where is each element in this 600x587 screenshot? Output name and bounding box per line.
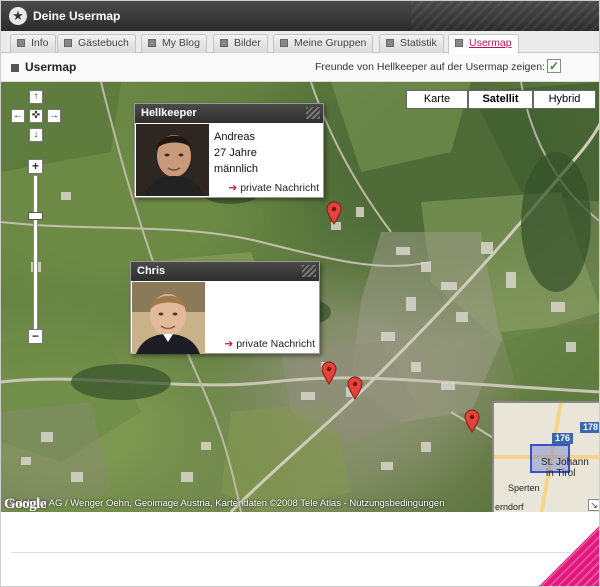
tab-square-icon [386,39,394,47]
tab-meine-gruppen[interactable]: Meine Gruppen [273,34,374,53]
user-age: 27 Jahre [214,147,257,159]
tab-square-icon [148,39,156,47]
tab-gaestebuch[interactable]: Gästebuch [57,34,136,53]
user-info-window: Hellkeeper Andreas 27 Jahre männlich ➔ p… [134,103,324,198]
titlebar-decoration [411,1,599,31]
username[interactable]: Hellkeeper [141,107,197,119]
tab-statistik[interactable]: Statistik [379,34,444,53]
tab-square-icon [455,39,463,47]
pan-control: ↑ ← ✜ → ↓ [9,90,63,144]
pan-right-icon[interactable]: → [47,109,61,123]
user-photo-image [132,282,205,354]
usermap-window: ★ Deine Usermap Info Gästebuch My Blog B… [0,0,600,587]
section-square-icon [11,64,19,72]
pan-down-icon[interactable]: ↓ [29,128,43,142]
map-type-satellit[interactable]: Satellit [468,90,533,109]
show-friends-checkbox[interactable]: ✓ [547,59,561,73]
user-gender: männlich [214,163,259,175]
username[interactable]: Chris [137,265,165,277]
window-title: Deine Usermap [33,9,121,23]
overview-label-erndorf: erndorf [495,502,524,512]
page-footer-area [1,512,599,586]
show-friends-label: Freunde von Hellkeeper auf der Usermap z… [315,61,545,73]
user-photo[interactable] [132,282,205,354]
pan-left-icon[interactable]: ← [11,109,25,123]
attribution-text: Salzburg AG / Wenger Oehn, Geoimage Aust… [9,498,445,509]
profile-tabs: Info Gästebuch My Blog Bilder Meine Grup… [1,31,599,54]
tab-usermap[interactable]: Usermap [448,34,519,54]
zoom-out-button[interactable]: − [28,329,43,344]
section-title: Usermap [25,60,77,74]
section-header: Usermap Freunde von Hellkeeper auf der U… [1,54,599,82]
tab-square-icon [220,39,228,47]
zoom-slider-track[interactable] [28,175,43,335]
overview-label-sperten: Sperten [508,483,540,493]
road-shield-176: 176 [552,433,574,444]
map-marker-icon[interactable] [321,361,337,385]
user-photo[interactable] [136,124,209,196]
overview-label-st-johann: St. Johann [541,457,589,468]
tab-square-icon [280,39,288,47]
user-photo-image [136,124,209,196]
map-marker-icon[interactable] [464,409,480,433]
satellite-map[interactable]: Karte Satellit Hybrid ↑ ← ✜ → ↓ + − Hell… [1,82,599,512]
map-type-karte[interactable]: Karte [406,90,468,109]
tab-my-blog[interactable]: My Blog [141,34,207,53]
user-info-window: Chris ➔ private Nachricht [130,261,320,354]
user-info-header: Chris [131,262,319,281]
tab-info[interactable]: Info [10,34,56,53]
tab-square-icon [64,39,72,47]
close-icon[interactable] [306,107,320,119]
user-info-header: Hellkeeper [135,104,323,123]
map-type-selector: Karte Satellit Hybrid [406,90,596,109]
map-attribution: Salzburg AG / Wenger Oehn, Geoimage Aust… [1,496,493,512]
map-type-hybrid[interactable]: Hybrid [533,90,596,109]
arrow-right-icon: ➔ [228,182,238,194]
road-shield-178: 178 [580,422,599,433]
zoom-slider-thumb[interactable] [28,212,43,220]
divider [11,552,571,553]
arrow-right-icon: ➔ [224,338,234,350]
tab-bilder[interactable]: Bilder [213,34,268,53]
pan-center-icon[interactable]: ✜ [29,109,43,123]
overview-map[interactable]: 176 178 St. Johann in Tirol Sperten ernd… [492,401,599,512]
map-marker-icon[interactable] [347,376,363,400]
private-message-link[interactable]: ➔ private Nachricht [228,182,319,194]
close-icon[interactable] [302,265,316,277]
pan-up-icon[interactable]: ↑ [29,90,43,104]
google-logo[interactable]: Google [4,496,47,513]
window-titlebar: ★ Deine Usermap [1,1,599,31]
private-message-link[interactable]: ➔ private Nachricht [224,338,315,350]
zoom-in-button[interactable]: + [28,159,43,174]
overview-toggle-icon[interactable]: ↘ [588,499,599,511]
star-icon: ★ [9,7,27,25]
tab-square-icon [17,39,25,47]
user-firstname: Andreas [214,131,255,143]
map-marker-icon[interactable] [326,201,342,225]
overview-label-in-tirol: in Tirol [546,468,576,479]
user-facts: Andreas 27 Jahre männlich [214,129,258,177]
